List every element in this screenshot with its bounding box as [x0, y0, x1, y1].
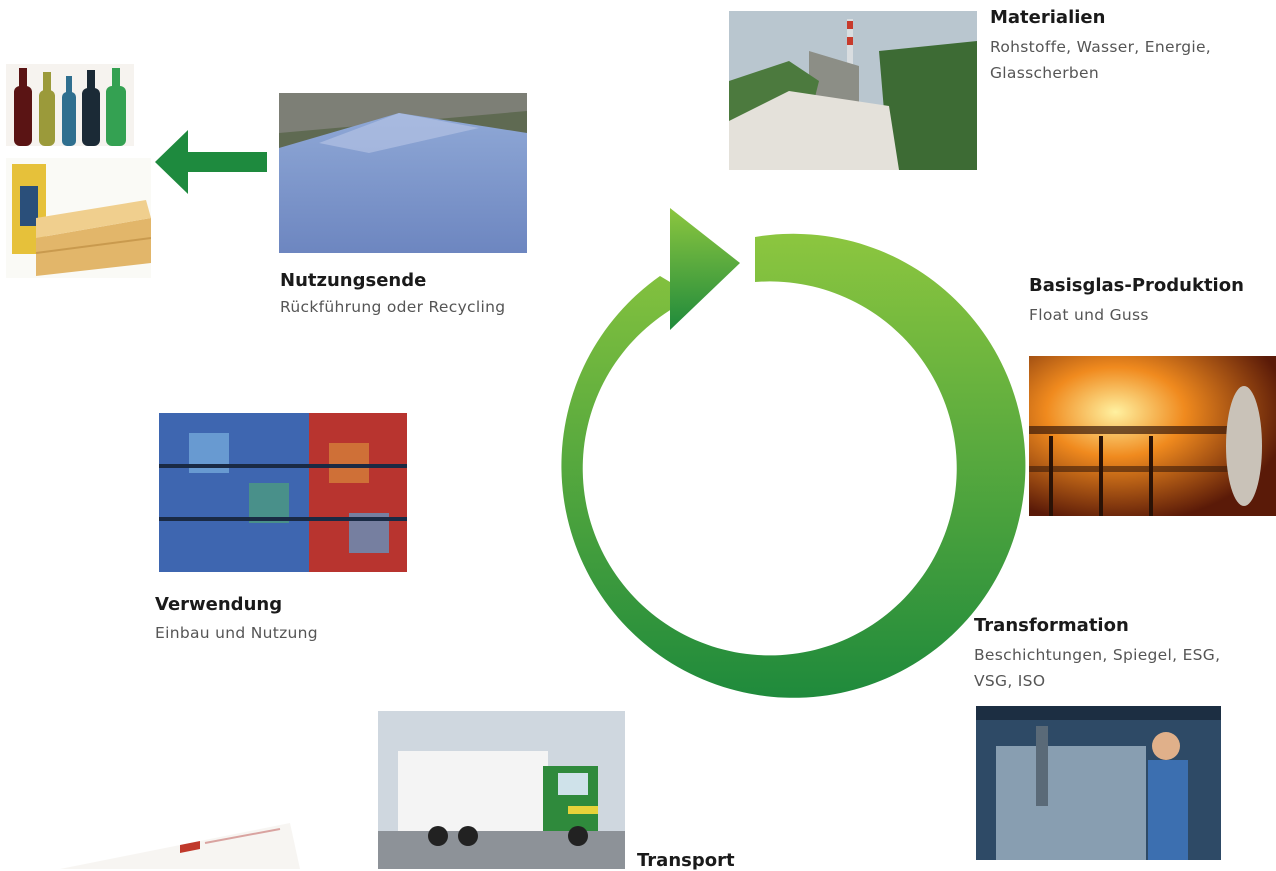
transformation-description-line2: VSG, ISO: [974, 672, 1046, 690]
cullet-pile-photo: [279, 93, 527, 253]
insulation-wool-photo: [6, 158, 151, 278]
quarry-photo: [729, 11, 977, 170]
verwendung-description: Einbau und Nutzung: [155, 624, 318, 642]
transport-title: Transport: [637, 850, 735, 871]
truck-photo: [378, 711, 625, 869]
materialien-description-line2: Glasscherben: [990, 64, 1100, 82]
materialien-title: Materialien: [990, 7, 1106, 28]
transformation-title: Transformation: [974, 615, 1129, 636]
basisglas-title: Basisglas-Produktion: [1029, 275, 1244, 296]
verwendung-title: Verwendung: [155, 594, 283, 615]
transformation-description-line1: Beschichtungen, Spiegel, ESG,: [974, 646, 1221, 664]
cycle-ring: [561, 233, 1026, 698]
document-photo: [0, 805, 300, 869]
basisglas-description: Float und Guss: [1029, 306, 1149, 324]
cycle-arrowhead: [670, 208, 740, 330]
glass-handling-photo: [976, 706, 1221, 860]
materialien-description-line1: Rohstoffe, Wasser, Energie,: [990, 38, 1212, 56]
left-arrow-icon: [155, 130, 267, 194]
bottles-photo: [6, 64, 134, 146]
nutzungsende-description: Rückführung oder Recycling: [280, 298, 506, 316]
nutzungsende-title: Nutzungsende: [280, 270, 427, 291]
furnace-photo: [1029, 356, 1276, 516]
glass-facade-photo: [159, 413, 407, 572]
